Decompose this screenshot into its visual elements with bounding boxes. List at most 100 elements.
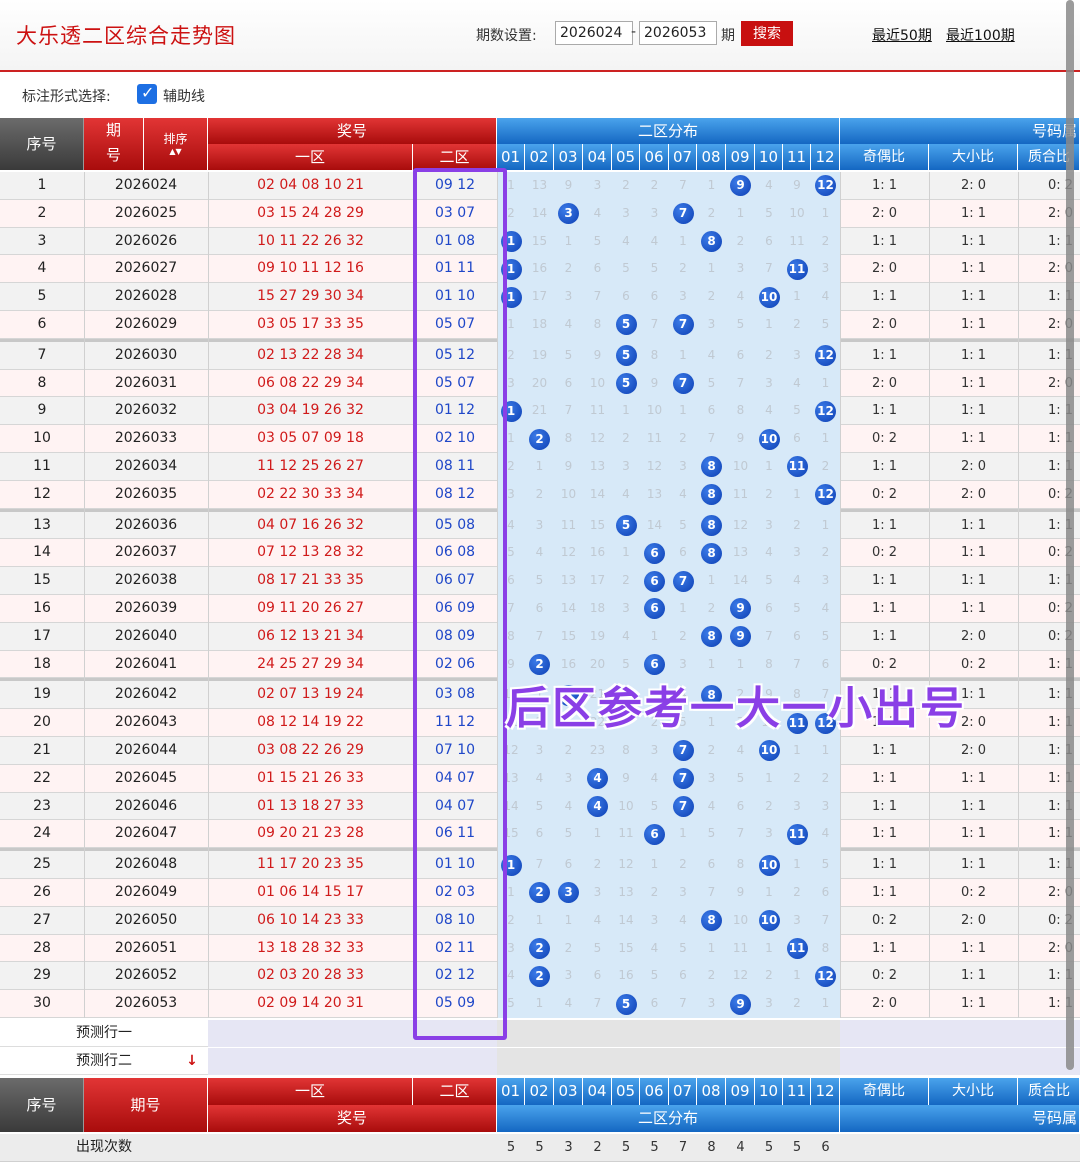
predict-row-2-attr[interactable] [840, 1048, 1080, 1075]
miss-count: 1 [793, 968, 801, 983]
miss-count: 6 [821, 885, 830, 899]
drawn-ball: 7 [672, 796, 694, 817]
miss-count: 8 [622, 743, 630, 757]
miss-count: 2 [564, 940, 573, 955]
miss-count: 4 [535, 770, 544, 785]
miss-count: 3 [679, 459, 687, 473]
scrollbar[interactable] [1066, 0, 1074, 1070]
miss-count: 16 [531, 261, 548, 276]
miss-count: 6 [535, 601, 544, 615]
row-odd-even: 2: 0 [871, 996, 898, 1012]
search-button[interactable]: 搜索 [741, 21, 793, 46]
predict-row-1-dist[interactable] [497, 1020, 840, 1047]
footer-odd-even: 奇偶比 [840, 1078, 929, 1105]
miss-count: 5 [736, 317, 745, 331]
miss-count: 3 [535, 517, 544, 532]
miss-count: 1 [707, 261, 716, 276]
miss-count: 2 [564, 743, 573, 757]
footer-period: 期号 [84, 1078, 208, 1132]
row-odd-even: 2: 0 [871, 205, 898, 221]
drawn-ball: 11 [786, 456, 808, 478]
miss-count: 13 [646, 486, 663, 501]
predict-row-1-label[interactable]: 预测行一 [0, 1020, 208, 1047]
header-num-12: 12 [811, 144, 840, 170]
predict-row-2-label[interactable]: 预测行二 [0, 1048, 208, 1075]
miss-count: 2 [765, 968, 773, 983]
predict-row-2-fill[interactable] [208, 1048, 497, 1075]
row-index: 1 [37, 177, 47, 193]
drawn-ball: 7 [672, 314, 694, 336]
row-odd-even: 1: 1 [871, 628, 898, 644]
row-big-small: 1: 1 [960, 770, 987, 786]
miss-count: 13 [732, 545, 749, 560]
row-period: 2026050 [114, 911, 178, 928]
row-big-small: 1: 1 [960, 968, 987, 984]
row-front-numbers: 02 09 14 20 31 [257, 995, 364, 1012]
miss-count: 2 [650, 178, 659, 192]
row-period: 2026040 [114, 627, 178, 644]
miss-count: 14 [732, 573, 749, 588]
miss-count: 2 [765, 798, 773, 813]
miss-count: 9 [564, 178, 573, 192]
range-end-input[interactable] [639, 21, 717, 45]
sort-button[interactable]: 排序 ▲▼ [144, 118, 208, 170]
top-bar: 大乐透二区综合走势图 期数设置: - 期 搜索 最近50期 最近100期 [0, 0, 1080, 72]
predict-expand-arrow-icon[interactable]: ↓ [180, 1048, 204, 1075]
drawn-ball: 6 [644, 570, 665, 592]
recent-100-link[interactable]: 最近100期 [946, 25, 1015, 45]
miss-count: 8 [593, 317, 602, 331]
miss-count: 5 [650, 968, 659, 983]
miss-count: 5 [679, 940, 687, 955]
stats-appear-value: 5 [535, 1140, 544, 1155]
option-label: 标注形式选择: [22, 89, 111, 105]
miss-count: 7 [679, 178, 687, 192]
miss-count: 9 [622, 770, 630, 785]
miss-count: 1 [821, 375, 830, 390]
miss-count: 7 [593, 289, 602, 304]
drawn-ball: 7 [672, 203, 694, 225]
miss-count: 15 [531, 233, 548, 248]
miss-count: 4 [821, 601, 830, 615]
miss-count: 5 [535, 573, 544, 588]
miss-count: 14 [618, 912, 634, 927]
miss-count: 2 [679, 628, 687, 643]
miss-count: 8 [564, 431, 573, 446]
row-index: 12 [33, 485, 51, 502]
miss-count: 10 [789, 205, 805, 220]
row-odd-even: 1: 1 [871, 826, 898, 842]
stats-appear-value: 5 [506, 1140, 516, 1155]
guide-line-checkbox[interactable]: ✓ [137, 83, 157, 104]
recent-50-link[interactable]: 最近50期 [872, 25, 932, 45]
miss-count: 5 [793, 403, 801, 418]
range-start-input[interactable] [555, 21, 633, 45]
miss-count: 18 [531, 317, 548, 331]
miss-count: 7 [736, 375, 745, 390]
miss-count: 1 [793, 743, 801, 757]
miss-count: 1 [679, 403, 687, 418]
miss-count: 2 [765, 347, 773, 362]
row-odd-even: 1: 1 [871, 743, 898, 758]
miss-count: 2 [793, 885, 801, 899]
drawn-ball: 5 [615, 373, 637, 394]
row-index: 30 [33, 995, 51, 1012]
row-front-numbers: 01 13 18 27 33 [257, 797, 364, 814]
row-period: 2026031 [114, 374, 178, 391]
row-big-small: 1: 1 [960, 317, 987, 332]
miss-count: 3 [593, 885, 602, 899]
miss-count: 1 [793, 486, 801, 501]
predict-row-1-attr[interactable] [840, 1020, 1080, 1047]
row-big-small: 0: 2 [960, 885, 987, 900]
miss-count: 2 [622, 573, 630, 588]
row-index: 3 [37, 232, 47, 249]
drawn-ball: 10 [758, 286, 780, 308]
miss-count: 7 [535, 857, 544, 872]
miss-count: 2 [679, 857, 687, 872]
predict-row-2-dist[interactable] [497, 1048, 840, 1075]
row-front-numbers: 09 10 11 12 16 [257, 260, 364, 277]
row-front-numbers: 03 08 22 26 29 [257, 742, 364, 758]
miss-count: 3 [765, 826, 773, 841]
row-period: 2026037 [114, 544, 178, 561]
miss-count: 1 [736, 205, 745, 220]
row-period: 2026052 [114, 967, 178, 984]
row-front-numbers: 02 03 20 28 33 [257, 967, 364, 984]
